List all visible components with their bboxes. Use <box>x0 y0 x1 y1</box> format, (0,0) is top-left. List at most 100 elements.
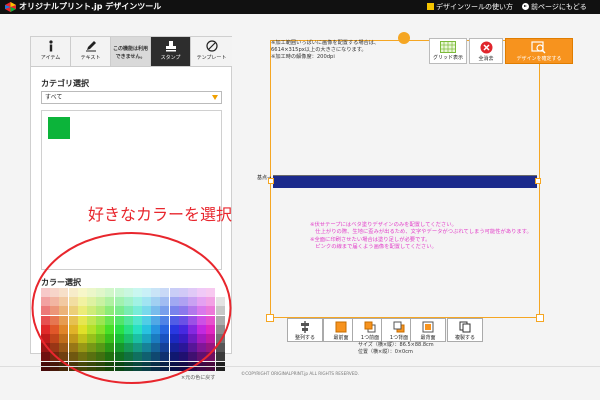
color-swatch[interactable] <box>96 333 106 343</box>
color-swatch[interactable] <box>197 297 207 307</box>
color-swatch[interactable] <box>215 306 225 316</box>
tab-item[interactable]: アイテム <box>31 37 71 67</box>
color-swatch[interactable] <box>59 315 69 325</box>
color-swatch[interactable] <box>86 333 96 343</box>
color-swatch[interactable] <box>206 324 216 334</box>
color-swatch[interactable] <box>96 324 106 334</box>
color-swatch[interactable] <box>86 297 96 307</box>
align-button[interactable]: 整列する <box>287 318 323 342</box>
confirm-design-button[interactable]: デザインを確定する <box>505 38 573 64</box>
color-swatch[interactable] <box>188 315 197 325</box>
color-swatch[interactable] <box>206 352 216 362</box>
color-swatch[interactable] <box>59 306 69 316</box>
color-swatch[interactable] <box>105 333 115 343</box>
color-swatch[interactable] <box>77 324 87 334</box>
color-swatch[interactable] <box>123 315 133 325</box>
color-swatch[interactable] <box>68 324 78 334</box>
duplicate-button[interactable]: 複製する <box>447 318 483 342</box>
color-swatch[interactable] <box>160 333 170 343</box>
color-swatch[interactable] <box>105 352 115 362</box>
color-swatch[interactable] <box>132 315 142 325</box>
color-swatch[interactable] <box>132 352 142 362</box>
color-swatch[interactable] <box>215 324 225 334</box>
color-swatch[interactable] <box>197 306 207 316</box>
color-swatch[interactable] <box>142 343 152 353</box>
color-swatch[interactable] <box>160 297 170 307</box>
color-swatch[interactable] <box>96 315 106 325</box>
color-swatch[interactable] <box>68 315 78 325</box>
color-swatch[interactable] <box>151 315 161 325</box>
color-swatch[interactable] <box>151 297 161 307</box>
color-swatch[interactable] <box>206 288 216 297</box>
color-swatch[interactable] <box>59 324 69 334</box>
color-swatch[interactable] <box>123 343 133 353</box>
color-swatch[interactable] <box>50 333 60 343</box>
color-swatch[interactable] <box>114 324 124 334</box>
color-swatch[interactable] <box>86 352 96 362</box>
color-swatch[interactable] <box>160 352 170 362</box>
color-swatch[interactable] <box>169 343 179 353</box>
color-swatch[interactable] <box>96 352 106 362</box>
color-swatch[interactable] <box>197 343 207 353</box>
color-swatch[interactable] <box>50 297 60 307</box>
color-swatch[interactable] <box>188 324 197 334</box>
color-swatch[interactable] <box>114 306 124 316</box>
color-swatch[interactable] <box>197 315 207 325</box>
color-swatch[interactable] <box>105 315 115 325</box>
color-swatch[interactable] <box>123 297 133 307</box>
color-swatch[interactable] <box>188 297 197 307</box>
color-swatch[interactable] <box>41 297 50 307</box>
color-swatch[interactable] <box>197 324 207 334</box>
color-swatch[interactable] <box>96 306 106 316</box>
color-swatch[interactable] <box>132 288 142 297</box>
color-swatch[interactable] <box>96 297 106 307</box>
color-swatch[interactable] <box>41 333 50 343</box>
category-select[interactable]: すべて <box>41 91 222 104</box>
color-swatch[interactable] <box>86 343 96 353</box>
color-swatch[interactable] <box>41 288 50 297</box>
color-swatch[interactable] <box>178 297 188 307</box>
color-swatch[interactable] <box>41 306 50 316</box>
color-swatch[interactable] <box>77 306 87 316</box>
color-swatch[interactable] <box>215 297 225 307</box>
color-swatch[interactable] <box>77 343 87 353</box>
color-swatch[interactable] <box>123 306 133 316</box>
color-swatch[interactable] <box>142 297 152 307</box>
color-swatch[interactable] <box>160 324 170 334</box>
grid-toggle-button[interactable]: グリッド表示 <box>429 38 467 64</box>
color-swatch[interactable] <box>77 352 87 362</box>
color-swatch[interactable] <box>206 306 216 316</box>
color-swatch[interactable] <box>160 288 170 297</box>
color-swatch[interactable] <box>50 315 60 325</box>
tab-stamp[interactable]: スタンプ <box>151 37 191 67</box>
color-swatch[interactable] <box>142 324 152 334</box>
color-swatch[interactable] <box>50 343 60 353</box>
color-swatch[interactable] <box>160 306 170 316</box>
color-swatch[interactable] <box>68 333 78 343</box>
color-swatch[interactable] <box>206 315 216 325</box>
color-swatch[interactable] <box>123 324 133 334</box>
rotate-handle[interactable] <box>398 32 410 44</box>
color-swatch[interactable] <box>59 343 69 353</box>
color-swatch[interactable] <box>123 333 133 343</box>
clear-all-button[interactable]: 全消去 <box>469 38 503 64</box>
color-swatch[interactable] <box>215 333 225 343</box>
stamp-swatch[interactable] <box>48 117 70 139</box>
color-swatch[interactable] <box>178 315 188 325</box>
color-swatch[interactable] <box>151 324 161 334</box>
color-swatch[interactable] <box>86 288 96 297</box>
color-swatch[interactable] <box>41 343 50 353</box>
color-swatch[interactable] <box>68 288 78 297</box>
color-swatch[interactable] <box>132 324 142 334</box>
color-swatch[interactable] <box>105 288 115 297</box>
tape-area[interactable] <box>273 175 537 188</box>
resize-handle[interactable] <box>535 178 541 184</box>
color-swatch[interactable] <box>215 315 225 325</box>
color-swatch[interactable] <box>178 343 188 353</box>
color-swatch[interactable] <box>169 315 179 325</box>
color-swatch[interactable] <box>68 352 78 362</box>
color-swatch[interactable] <box>160 315 170 325</box>
color-swatch[interactable] <box>188 306 197 316</box>
color-swatch[interactable] <box>151 343 161 353</box>
color-swatch[interactable] <box>188 352 197 362</box>
